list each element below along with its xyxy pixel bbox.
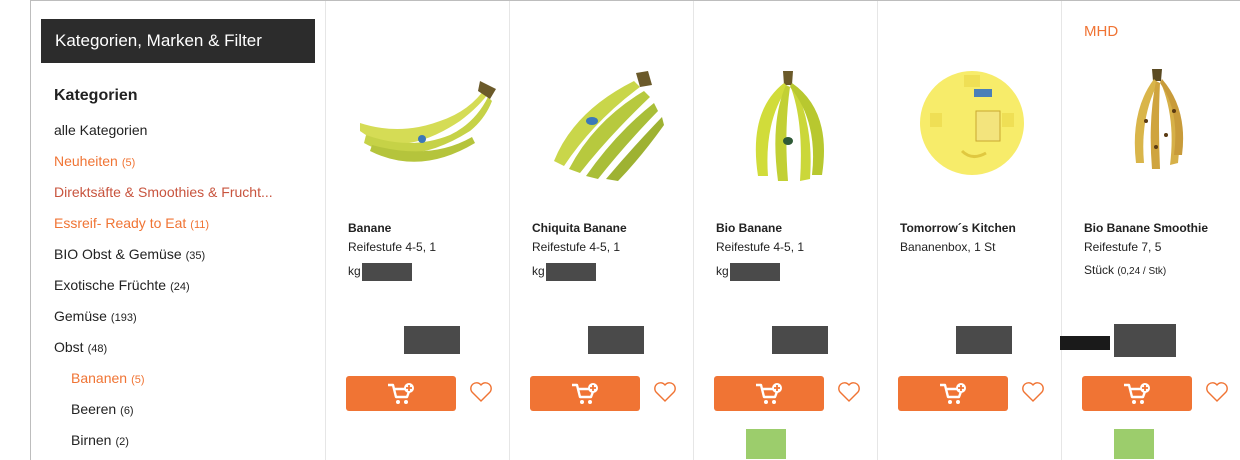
category-item-bio[interactable]: BIO Obst & Gemüse (35)	[54, 243, 324, 274]
category-item-all[interactable]: alle Kategorien	[54, 119, 324, 150]
banana-box-image[interactable]	[892, 51, 1052, 191]
add-to-cart-button[interactable]	[346, 376, 456, 411]
product-detail: Reifestufe 4-5, 1	[716, 240, 805, 254]
product-detail: Reifestufe 7, 5	[1084, 240, 1162, 254]
heart-icon[interactable]	[468, 379, 494, 405]
bio-bunch-image[interactable]	[708, 51, 868, 191]
old-price-redacted	[1060, 336, 1110, 350]
category-list: alle Kategorien Neuheiten (5) Direktsäfte…	[54, 119, 324, 460]
category-count: (5)	[121, 157, 136, 169]
product-detail: Reifestufe 4-5, 1	[532, 240, 621, 254]
product-card: Tomorrow´s Kitchen Bananenbox, 1 St	[877, 1, 1061, 460]
product-card: MHD Bio Banane Smoothie Reifestufe 7, 5 …	[1060, 1, 1240, 460]
heart-icon[interactable]	[836, 379, 862, 405]
shop-frame: Kategorien, Marken & Filter Kategorien a…	[30, 0, 1240, 460]
product-card: Banane Reifestufe 4-5, 1 kg	[325, 1, 509, 460]
ripe-bunch-image[interactable]	[1076, 51, 1236, 191]
category-item-direktsaefte[interactable]: Direktsäfte & Smoothies & Frucht...	[54, 181, 324, 212]
mhd-badge: MHD	[1084, 23, 1119, 40]
product-card: Bio Banane Reifestufe 4-5, 1 kg	[693, 1, 877, 460]
add-to-cart-icon	[1124, 382, 1150, 404]
category-item-obst[interactable]: Obst (48)	[54, 336, 324, 367]
category-count: (6)	[120, 405, 134, 417]
heart-icon[interactable]	[1204, 379, 1230, 405]
category-item-bananen[interactable]: Bananen (5)	[54, 367, 324, 398]
category-item-exotische[interactable]: Exotische Früchte (24)	[54, 274, 324, 305]
redacted-text	[545, 263, 596, 281]
redacted-text	[729, 263, 780, 281]
unit-price: (0,24 / Stk)	[1117, 266, 1167, 277]
category-item-beeren[interactable]: Beeren (6)	[54, 398, 324, 429]
add-to-cart-icon	[572, 382, 598, 404]
price-redacted	[1114, 324, 1176, 357]
product-unit: Stück (0,24 / Stk)	[1084, 263, 1167, 277]
category-count: (193)	[110, 312, 137, 324]
category-item-gemuese[interactable]: Gemüse (193)	[54, 305, 324, 336]
price-redacted	[404, 326, 460, 354]
category-item-birnen[interactable]: Birnen (2)	[54, 429, 324, 460]
product-grid: Banane Reifestufe 4-5, 1 kg Chiquita Ban…	[325, 1, 1240, 460]
product-name[interactable]: Banane	[348, 221, 391, 235]
category-count: (5)	[131, 374, 145, 386]
banana-bunch-image[interactable]	[340, 51, 500, 191]
add-to-cart-icon	[756, 382, 782, 404]
product-detail: Reifestufe 4-5, 1	[348, 240, 437, 254]
category-sidebar: Kategorien, Marken & Filter Kategorien a…	[31, 1, 325, 460]
price-redacted	[956, 326, 1012, 354]
add-to-cart-button[interactable]	[1082, 376, 1192, 411]
heart-icon[interactable]	[652, 379, 678, 405]
redacted-text	[361, 263, 412, 281]
add-to-cart-icon	[388, 382, 414, 404]
price-redacted	[588, 326, 644, 354]
product-name[interactable]: Tomorrow´s Kitchen	[900, 221, 1016, 235]
eu-bio-badge	[746, 429, 786, 459]
category-count: (35)	[185, 250, 206, 262]
product-name[interactable]: Chiquita Banane	[532, 221, 627, 235]
add-to-cart-icon	[940, 382, 966, 404]
product-card: Chiquita Banane Reifestufe 4-5, 1 kg	[509, 1, 693, 460]
chiquita-bunch-image[interactable]	[524, 51, 684, 191]
category-count: (48)	[87, 343, 108, 355]
add-to-cart-button[interactable]	[530, 376, 640, 411]
product-unit: kg	[532, 263, 596, 281]
category-count: (11)	[190, 219, 210, 231]
category-item-essreif[interactable]: Essreif- Ready to Eat (11)	[54, 212, 324, 243]
product-name[interactable]: Bio Banane	[716, 221, 782, 235]
price-redacted	[772, 326, 828, 354]
product-unit: kg	[716, 263, 780, 281]
category-count: (2)	[115, 436, 129, 448]
add-to-cart-button[interactable]	[714, 376, 824, 411]
product-detail: Bananenbox, 1 St	[900, 240, 996, 254]
product-unit: kg	[348, 263, 412, 281]
category-item-neuheiten[interactable]: Neuheiten (5)	[54, 150, 324, 181]
heart-icon[interactable]	[1020, 379, 1046, 405]
categories-title: Kategorien	[54, 87, 138, 104]
eu-bio-badge	[1114, 429, 1154, 459]
filter-header[interactable]: Kategorien, Marken & Filter	[41, 19, 315, 63]
category-count: (24)	[170, 281, 190, 293]
product-name[interactable]: Bio Banane Smoothie	[1084, 221, 1208, 235]
add-to-cart-button[interactable]	[898, 376, 1008, 411]
